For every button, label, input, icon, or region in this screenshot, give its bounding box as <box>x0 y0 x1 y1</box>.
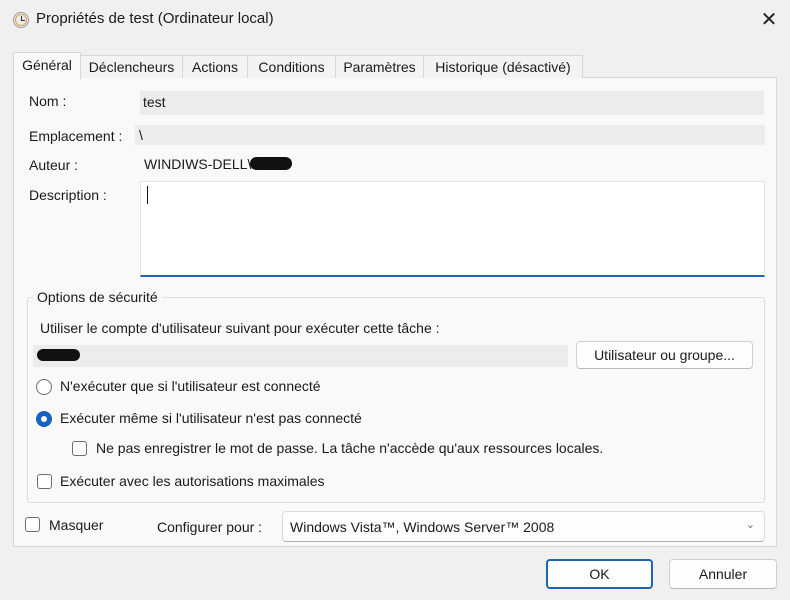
run-whether-logged-on-label[interactable]: Exécuter même si l'utilisateur n'est pas… <box>60 410 362 426</box>
tab-triggers[interactable]: Déclencheurs <box>80 55 183 78</box>
do-not-store-password-label[interactable]: Ne pas enregistrer le mot de passe. La t… <box>96 440 603 456</box>
account-field <box>33 345 568 367</box>
tab-actions[interactable]: Actions <box>182 55 248 78</box>
run-only-logged-on-label[interactable]: N'exécuter que si l'utilisateur est conn… <box>60 378 321 394</box>
configure-for-select[interactable]: Windows Vista™, Windows Server™ 2008 ⌄ <box>282 511 765 542</box>
cancel-button[interactable]: Annuler <box>669 559 777 589</box>
account-redaction <box>37 349 80 361</box>
tab-history[interactable]: Historique (désactivé) <box>423 55 583 78</box>
location-field: \ <box>135 125 765 145</box>
author-label: Auteur : <box>29 157 79 173</box>
text-caret <box>147 186 148 204</box>
account-prompt: Utiliser le compte d'utilisateur suivant… <box>40 320 440 336</box>
name-field[interactable]: test <box>140 91 764 115</box>
configure-for-label: Configurer pour : <box>157 519 263 535</box>
close-button[interactable]: ✕ <box>748 0 790 38</box>
ok-button[interactable]: OK <box>546 559 653 589</box>
run-whether-logged-on-radio[interactable] <box>36 411 52 427</box>
do-not-store-password-checkbox[interactable] <box>72 441 87 456</box>
tab-general[interactable]: Général <box>13 52 81 79</box>
hidden-label[interactable]: Masquer <box>49 517 103 533</box>
highest-privileges-checkbox[interactable] <box>37 474 52 489</box>
task-scheduler-clock-icon <box>13 12 29 28</box>
chevron-down-icon: ⌄ <box>745 519 755 531</box>
description-label: Description : <box>29 187 107 203</box>
highest-privileges-label[interactable]: Exécuter avec les autorisations maximale… <box>60 473 325 489</box>
security-options-title: Options de sécurité <box>33 289 162 305</box>
author-redaction <box>250 157 292 170</box>
description-textarea[interactable] <box>140 181 765 277</box>
name-value: test <box>143 94 166 110</box>
tab-conditions[interactable]: Conditions <box>247 55 336 78</box>
title-bar: Propriétés de test (Ordinateur local) ✕ <box>0 0 790 40</box>
hidden-checkbox[interactable] <box>25 517 40 532</box>
tab-settings[interactable]: Paramètres <box>335 55 424 78</box>
name-label: Nom : <box>29 93 67 109</box>
run-only-logged-on-radio[interactable] <box>36 379 52 395</box>
user-or-group-button[interactable]: Utilisateur ou groupe... <box>576 341 753 369</box>
close-icon: ✕ <box>760 8 778 31</box>
configure-for-value: Windows Vista™, Windows Server™ 2008 <box>290 519 555 535</box>
window-title: Propriétés de test (Ordinateur local) <box>36 10 274 27</box>
location-value: \ <box>139 127 143 143</box>
author-value: WINDIWS-DELL\ <box>144 156 252 172</box>
location-label: Emplacement : <box>29 128 123 144</box>
